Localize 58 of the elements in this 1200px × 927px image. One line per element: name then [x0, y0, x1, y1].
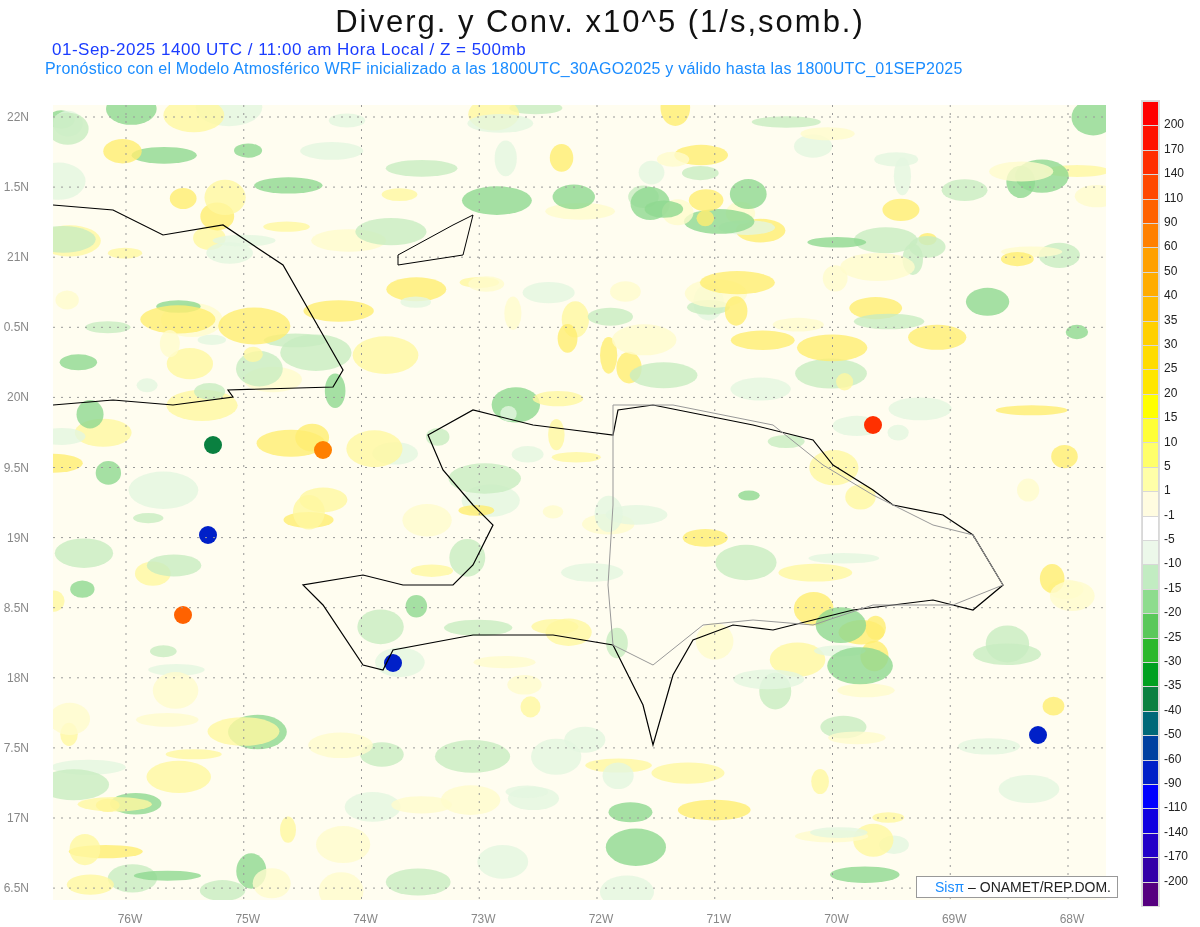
colorbar-label: -170 [1164, 849, 1189, 864]
colorbar-label: 35 [1164, 312, 1178, 327]
colorbar-label: 20 [1164, 385, 1178, 400]
colorbar-label: 170 [1164, 141, 1185, 156]
y-axis-label: 7.5N [3, 740, 29, 755]
colorbar-label: 110 [1164, 190, 1184, 205]
colorbar-label: -140 [1164, 824, 1189, 839]
colorbar-label: 25 [1164, 361, 1178, 376]
colorbar-label: 140 [1164, 166, 1185, 181]
colorbar-label: -15 [1164, 580, 1182, 595]
chart-subtitle: 01-Sep-2025 1400 UTC / 11:00 am Hora Local / Z = 500mb [52, 40, 528, 60]
x-axis-label: 75W [235, 912, 261, 926]
x-axis-label: 70W [824, 912, 849, 926]
colorbar-label: 200 [1164, 117, 1185, 132]
colorbar-label: -1 [1164, 507, 1175, 522]
colorbar-label: -90 [1164, 776, 1182, 790]
x-axis-label: 71W [706, 912, 732, 926]
colorbar-label: -35 [1164, 678, 1182, 693]
colorbar-label: -50 [1164, 727, 1182, 742]
colorbar-label: 5 [1164, 458, 1171, 473]
y-axis-label: 20N [7, 390, 29, 405]
x-axis-label: 69W [941, 912, 967, 926]
colorbar-label: 50 [1164, 263, 1178, 278]
chart-subtitle: Pronóstico con el Modelo Atmosférico WRF inicializado a las 1800UTC_30AGO2025 y válido hasta las 1800UTC_01SEP2025 [45, 60, 964, 78]
x-axis-label: 72W [588, 912, 614, 926]
x-axis-label: 68W [1059, 912, 1085, 926]
y-axis-label: 22N [7, 110, 29, 124]
colorbar-label: -200 [1164, 873, 1189, 888]
colorbar-label: -5 [1164, 532, 1175, 547]
colorbar-label: -25 [1164, 629, 1182, 644]
colorbar-label: -110 [1164, 800, 1188, 815]
y-axis-label: 21N [7, 250, 29, 265]
y-axis-label: 6.5N [3, 881, 29, 896]
y-axis-label: 17N [7, 811, 29, 825]
colorbar-label: 90 [1164, 214, 1178, 229]
y-axis-label: 19N [7, 530, 29, 545]
x-axis-label: 74W [353, 912, 378, 926]
colorbar-label: 1 [1164, 483, 1171, 498]
colorbar-label: 60 [1164, 239, 1178, 254]
y-axis-label: 18N [7, 670, 29, 685]
colorbar-label: -10 [1164, 556, 1182, 571]
y-axis-label: 8.5N [3, 600, 29, 615]
colorbar-label: -20 [1164, 605, 1182, 620]
y-axis-label: 0.5N [3, 320, 29, 335]
y-axis-label: 1.5N [3, 180, 29, 195]
colorbar-label: 40 [1164, 288, 1178, 303]
x-axis-label: 76W [117, 912, 143, 926]
colorbar-label: -30 [1164, 654, 1182, 669]
colorbar-label: 10 [1164, 434, 1178, 449]
colorbar-label: -60 [1164, 751, 1182, 766]
x-axis-label: 73W [470, 912, 496, 926]
colorbar-label: 30 [1164, 336, 1178, 351]
y-axis-label: 9.5N [3, 460, 29, 475]
chart-title: Diverg. y Conv. x10^5 (1/s,somb.) [335, 4, 865, 40]
credit-text: – ONAMET/REP.DOM. [968, 879, 1111, 895]
colorbar-label: -40 [1164, 702, 1182, 717]
logo-text: Sisπ [935, 879, 965, 895]
colorbar-label: 15 [1164, 410, 1178, 425]
